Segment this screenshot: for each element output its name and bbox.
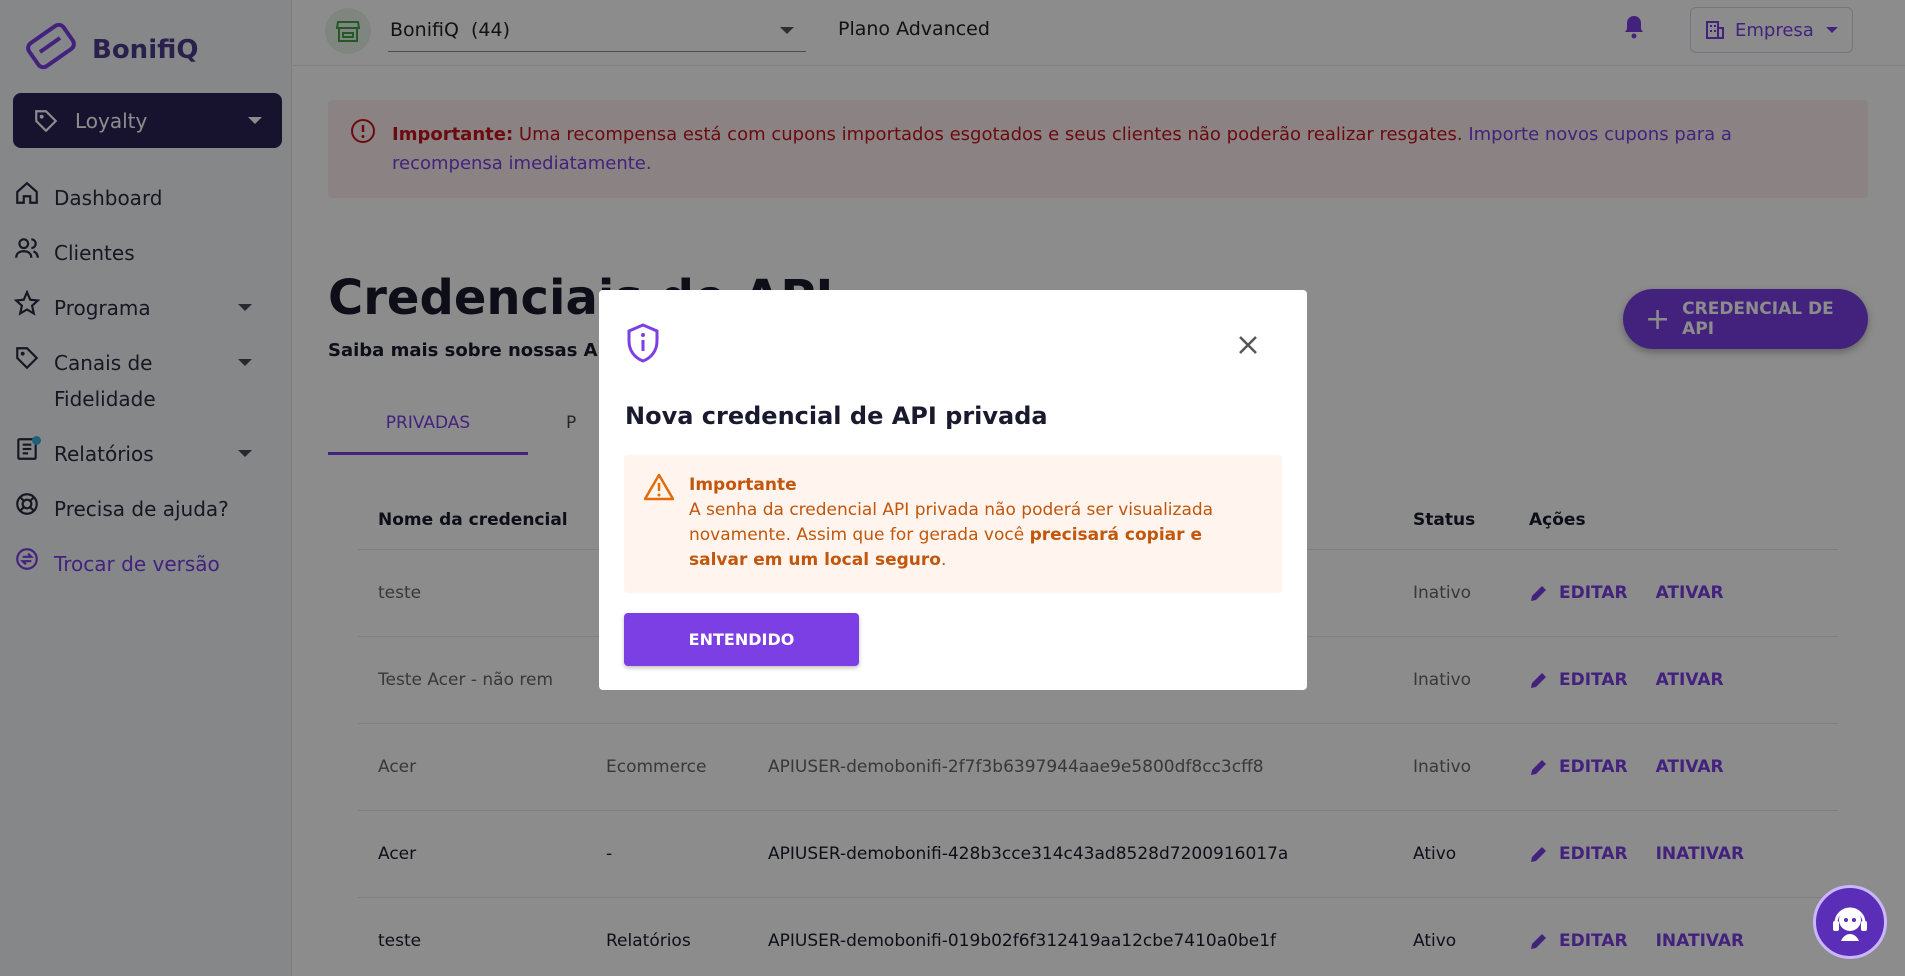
support-chat-button[interactable]: [1813, 885, 1887, 959]
new-private-credential-dialog: Nova credencial de API privada Important…: [599, 290, 1307, 690]
shield-info-icon: [627, 323, 659, 363]
warning-heading: Importante: [689, 475, 797, 495]
warning-text-2: .: [940, 550, 947, 570]
headset-icon: [1833, 907, 1867, 941]
warning-icon: [644, 473, 674, 501]
warning-box: Importante A senha da credencial API pri…: [624, 455, 1282, 593]
confirm-button[interactable]: ENTENDIDO: [624, 613, 859, 666]
close-icon[interactable]: [1237, 334, 1259, 356]
dialog-title: Nova credencial de API privada: [625, 402, 1048, 430]
warning-text: A senha da credencial API privada não po…: [689, 498, 1262, 573]
